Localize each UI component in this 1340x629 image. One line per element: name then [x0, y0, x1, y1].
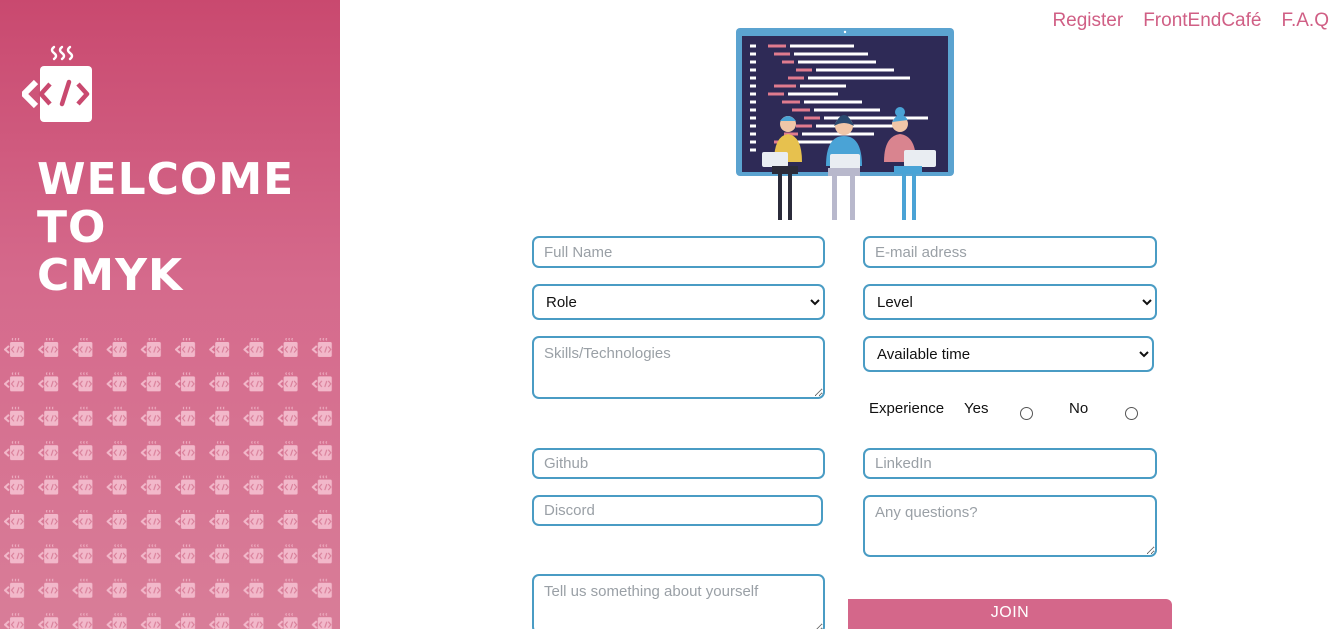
role-select[interactable]: Role	[532, 284, 825, 320]
developers-laptop-illustration	[736, 28, 954, 220]
email-input[interactable]	[863, 236, 1157, 268]
welcome-line-2: TO	[37, 202, 107, 253]
top-nav: Register FrontEndCafé F.A.Q	[1052, 10, 1329, 32]
github-input[interactable]	[532, 448, 825, 479]
experience-no-radio[interactable]	[1125, 407, 1138, 420]
join-button[interactable]: JOIN	[848, 599, 1172, 629]
welcome-heading: WELCOME TO CMYK	[37, 156, 337, 300]
sidebar-panel: WELCOME TO CMYK	[0, 0, 340, 629]
available-time-select[interactable]: Available time	[863, 336, 1154, 372]
welcome-line-3: CMYK	[37, 250, 184, 301]
skills-textarea[interactable]	[532, 336, 825, 399]
nav-register-link[interactable]: Register	[1052, 10, 1123, 32]
code-mug-pattern	[0, 336, 340, 629]
nav-faq-link[interactable]: F.A.Q	[1281, 10, 1329, 32]
experience-label: Experience	[869, 400, 945, 417]
discord-input[interactable]	[532, 495, 823, 526]
nav-frontendcafe-link[interactable]: FrontEndCafé	[1143, 10, 1261, 32]
experience-no-label: No	[1069, 400, 1089, 417]
full-name-input[interactable]	[532, 236, 825, 268]
linkedin-input[interactable]	[863, 448, 1157, 479]
code-mug-icon	[22, 45, 92, 122]
questions-textarea[interactable]	[863, 495, 1157, 557]
level-select[interactable]: Level	[863, 284, 1157, 320]
about-textarea[interactable]	[532, 574, 825, 629]
experience-yes-label: Yes	[964, 400, 989, 417]
welcome-line-1: WELCOME	[37, 154, 295, 205]
experience-yes-radio[interactable]	[1020, 407, 1033, 420]
